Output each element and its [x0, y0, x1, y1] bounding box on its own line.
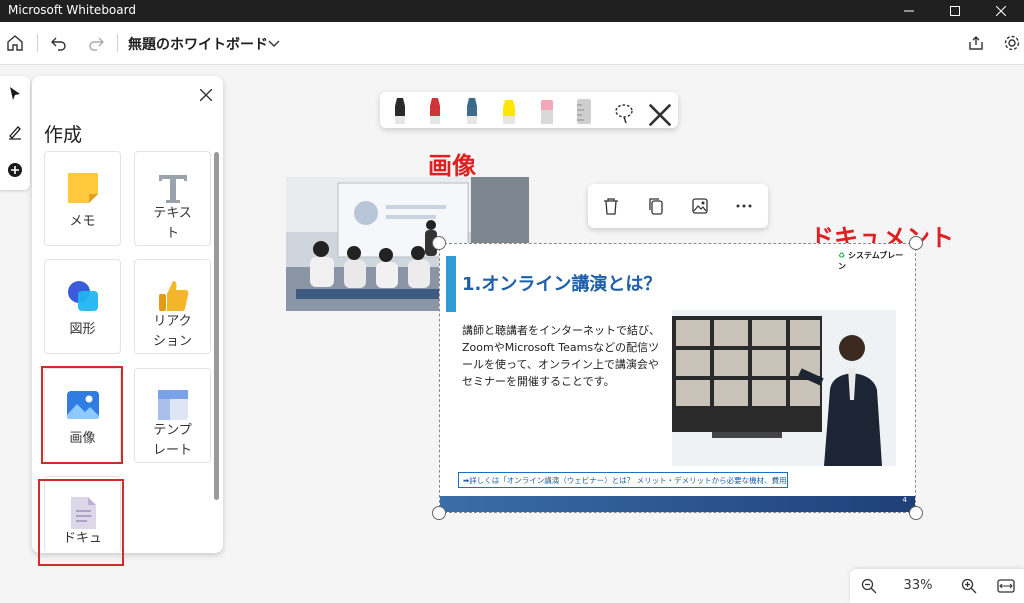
- sticky-note-tile[interactable]: メモ: [44, 151, 121, 246]
- title-bar: Microsoft Whiteboard: [0, 0, 1024, 22]
- board-menu-button[interactable]: [262, 31, 286, 55]
- board-title[interactable]: 無題のホワイトボード: [128, 34, 268, 54]
- logo-text: システムブレーン: [838, 251, 904, 271]
- divider: [37, 34, 38, 52]
- copy-icon: [649, 198, 663, 215]
- reaction-tile[interactable]: リアクション: [134, 259, 211, 354]
- fit-screen-icon: [997, 579, 1015, 593]
- company-logo: ♻ システムブレーン: [838, 250, 910, 271]
- tile-label: テンプレート: [152, 423, 192, 458]
- template-tile[interactable]: テンプレート: [134, 368, 211, 463]
- duplicate-button[interactable]: [644, 194, 668, 218]
- zoom-in-icon: [961, 578, 977, 594]
- shapes-tile[interactable]: 図形: [44, 259, 121, 354]
- tile-label: テキスト: [153, 206, 192, 241]
- text-icon: [159, 175, 187, 203]
- ellipsis-icon: [736, 204, 752, 208]
- template-icon: [158, 390, 188, 420]
- tile-label: リアクション: [152, 314, 192, 349]
- image-highlight-box: [41, 366, 123, 464]
- resize-handle-top-left[interactable]: [432, 236, 446, 250]
- minimize-button[interactable]: [886, 0, 932, 22]
- slide-title: 1.オンライン講演とは？: [462, 274, 662, 295]
- image-edit-icon: [692, 198, 708, 214]
- text-tile[interactable]: テキスト: [134, 151, 211, 246]
- sticky-note-icon: [68, 173, 98, 203]
- gear-icon: [1004, 35, 1020, 51]
- pen-icon: [9, 126, 21, 140]
- select-tool-button[interactable]: [3, 82, 27, 106]
- app-bar: 無題のホワイトボード: [0, 22, 1024, 65]
- settings-button[interactable]: [1000, 31, 1024, 55]
- home-button[interactable]: [3, 31, 27, 55]
- inking-tool-button[interactable]: [3, 120, 27, 144]
- zoom-in-button[interactable]: [958, 575, 980, 597]
- eraser-icon[interactable]: [535, 96, 559, 126]
- document-highlight-box: [38, 479, 124, 566]
- resize-handle-top-right[interactable]: [909, 236, 923, 250]
- share-icon: [969, 36, 983, 50]
- divider: [117, 34, 118, 52]
- image-annotation: 画像: [428, 152, 476, 180]
- chevron-down-icon: [268, 40, 280, 47]
- cursor-icon: [10, 87, 20, 100]
- more-options-button[interactable]: [732, 194, 756, 218]
- blue-pen-icon[interactable]: [460, 96, 484, 126]
- selection-toolbar: [588, 184, 768, 228]
- minimize-icon: [904, 10, 914, 12]
- ruler-icon[interactable]: [572, 96, 596, 126]
- zoom-level: 33%: [903, 578, 933, 593]
- shapes-icon: [68, 281, 98, 311]
- zoom-controls: 33%: [850, 569, 1024, 603]
- fit-to-screen-button[interactable]: [995, 575, 1017, 597]
- inking-toolbar: [380, 92, 678, 128]
- app-title: Microsoft Whiteboard: [8, 3, 136, 17]
- image-options-button[interactable]: [688, 194, 712, 218]
- black-pen-icon[interactable]: [388, 96, 412, 126]
- close-icon: [200, 89, 212, 101]
- slide-page-number: 4: [902, 496, 907, 504]
- maximize-button[interactable]: [932, 0, 978, 22]
- tile-label: メモ: [69, 214, 96, 229]
- close-panel-button[interactable]: [195, 84, 217, 106]
- undo-icon: [51, 37, 66, 51]
- tile-label: 図形: [69, 322, 96, 337]
- close-window-button[interactable]: [978, 0, 1024, 22]
- close-icon: [996, 6, 1006, 16]
- resize-handle-bottom-right[interactable]: [909, 506, 923, 520]
- video-conference-photo: [672, 310, 896, 466]
- document-slide[interactable]: 1.オンライン講演とは？ ♻ システムブレーン 講師と聴講者をインターネットで結…: [439, 243, 916, 513]
- redo-icon: [89, 37, 104, 51]
- left-toolbar: [0, 76, 30, 190]
- zoom-out-icon: [861, 578, 877, 594]
- panel-scrollbar[interactable]: [214, 152, 219, 500]
- share-button[interactable]: [964, 31, 988, 55]
- create-button[interactable]: [3, 158, 27, 182]
- slide-body-text: 講師と聴講者をインターネットで結び、ZoomやMicrosoft Teamsなど…: [462, 324, 660, 388]
- close-icon[interactable]: [648, 100, 672, 130]
- slide-link[interactable]: ➡詳しくは「オンライン講演（ウェビナー）とは？ メリット・デメリットから必要な機…: [458, 472, 788, 488]
- maximize-icon: [950, 6, 960, 16]
- lasso-icon[interactable]: [612, 98, 636, 128]
- presenter-image: [672, 310, 896, 466]
- slide-accent-bar: [446, 256, 456, 312]
- recycle-logo-icon: ♻: [838, 251, 846, 260]
- undo-button[interactable]: [47, 31, 71, 55]
- home-icon: [7, 35, 23, 51]
- add-circle-icon: [8, 163, 22, 177]
- thumbs-up-icon: [159, 281, 189, 311]
- red-pen-icon[interactable]: [423, 96, 447, 126]
- resize-handle-bottom-left[interactable]: [432, 506, 446, 520]
- panel-title: 作成: [44, 124, 83, 146]
- delete-button[interactable]: [599, 194, 623, 218]
- highlighter-icon[interactable]: [497, 96, 521, 126]
- redo-button[interactable]: [84, 31, 108, 55]
- slide-footer-band: [440, 496, 915, 512]
- trash-icon: [604, 198, 618, 215]
- zoom-out-button[interactable]: [858, 575, 880, 597]
